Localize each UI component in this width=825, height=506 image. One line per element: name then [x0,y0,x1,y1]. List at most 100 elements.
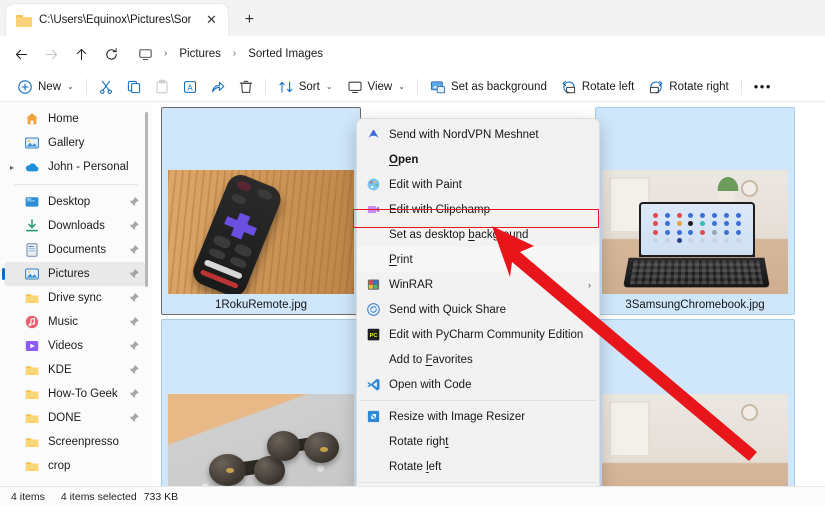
menu-item-edit-with-paint[interactable]: Edit with Paint [357,172,599,197]
menu-item-edit-with-pycharm[interactable]: PC Edit with PyCharm Community Edition [357,322,599,347]
sidebar-item-kde[interactable]: KDE [4,358,146,382]
menu-item-label: Add to Favorites [389,353,473,366]
sidebar-item-screenpresso[interactable]: Screenpresso [4,430,146,454]
menu-item-label: Edit with Clipchamp [389,203,490,216]
menu-item-label: Edit with Paint [389,178,462,191]
delete-button[interactable] [232,74,260,100]
sidebar-item-label: How-To Geek [48,388,118,400]
sidebar-item-documents[interactable]: Documents [4,238,146,262]
sidebar-item-label: KDE [48,364,72,376]
pin-icon[interactable] [128,268,140,280]
sidebar-item-label: Desktop [48,196,91,208]
no-icon [365,152,381,168]
pin-icon[interactable] [128,196,140,208]
new-tab-button[interactable]: + [236,7,262,33]
cut-button[interactable] [92,74,120,100]
breadcrumb-item-pictures[interactable]: Pictures [174,46,226,62]
pin-icon[interactable] [128,316,140,328]
menu-item-rotate-left[interactable]: Rotate left [357,454,599,479]
file-name: 1RokuRemote.jpg [214,299,308,311]
folder-icon [24,290,40,306]
file-item[interactable]: 3SamsungChromebook.jpg [595,107,795,315]
refresh-button[interactable] [96,40,126,68]
more-options-button[interactable]: ••• [747,74,779,100]
home-icon [24,111,40,127]
close-icon[interactable]: ✕ [202,11,220,29]
menu-item-print[interactable]: Print [357,247,599,272]
up-button[interactable] [66,40,96,68]
menu-item-label: WinRAR [389,278,434,291]
folder-icon [24,434,40,450]
new-button[interactable]: New ⌄ [10,74,81,100]
pin-icon[interactable] [128,412,140,424]
rename-button[interactable]: A [176,74,204,100]
svg-text:PC: PC [369,333,377,339]
file-item[interactable] [161,319,361,486]
menu-item-winrar[interactable]: WinRAR › [357,272,599,297]
sidebar-item-crop[interactable]: crop [4,454,146,478]
thumbnail [168,394,354,486]
folder-icon [16,14,32,27]
sidebar-item-home[interactable]: Home [4,107,146,131]
tab-current-folder[interactable]: C:\Users\Equinox\Pictures\Sor ✕ [6,4,229,36]
rotate-right-button[interactable]: Rotate right [641,74,735,100]
no-icon [365,434,381,450]
sidebar-item-how-to-geek[interactable]: How-To Geek [4,382,146,406]
menu-item-rotate-right[interactable]: Rotate right [357,429,599,454]
pin-icon[interactable] [128,244,140,256]
sidebar-item-john-personal[interactable]: ▸ John - Personal [4,155,146,179]
sidebar-item-label: Documents [48,244,107,256]
quickshare-icon [365,302,381,318]
menu-item-set-as-desktop-background[interactable]: Set as desktop background [357,222,599,247]
sort-button[interactable]: Sort ⌄ [271,74,340,100]
divider [264,78,266,95]
menu-item-send-with-nordvpn-meshnet[interactable]: Send with NordVPN Meshnet [357,122,599,147]
copy-button[interactable] [120,74,148,100]
pin-icon[interactable] [128,364,140,376]
context-menu[interactable]: Send with NordVPN Meshnet Open Edit with… [356,118,600,506]
menu-item-add-to-favorites[interactable]: Add to Favorites [357,347,599,372]
share-button[interactable] [204,74,232,100]
paste-button[interactable] [148,74,176,100]
menu-item-send-with-quick-share[interactable]: Send with Quick Share [357,297,599,322]
view-button[interactable]: View ⌄ [340,74,412,100]
folder-icon [24,458,40,474]
pin-icon[interactable] [128,340,140,352]
this-pc-icon[interactable] [134,47,157,62]
file-item[interactable] [595,319,795,486]
music-icon [24,314,40,330]
breadcrumb-item-sorted-images[interactable]: Sorted Images [243,46,328,62]
menu-item-open-with-code[interactable]: Open with Code [357,372,599,397]
sidebar-item-label: Screenpresso [48,436,119,448]
navigation-pane[interactable]: Home Gallery ▸ John - Personal Desktop D… [0,103,150,486]
pycharm-icon: PC [365,327,381,343]
pin-icon[interactable] [128,388,140,400]
menu-item-label: Edit with PyCharm Community Edition [389,328,584,341]
sidebar-item-done[interactable]: DONE [4,406,146,430]
chevron-right-icon[interactable]: ▸ [10,155,14,179]
sidebar-item-desktop[interactable]: Desktop [4,190,146,214]
file-item[interactable]: 1RokuRemote.jpg [161,107,361,315]
sort-button-label: Sort [298,80,320,93]
menu-item-edit-with-clipchamp[interactable]: Edit with Clipchamp [357,197,599,222]
chevron-down-icon: ⌄ [398,82,405,91]
back-button[interactable] [6,40,36,68]
sidebar-item-music[interactable]: Music [4,310,146,334]
sidebar-item-label: Videos [48,340,83,352]
sidebar-item-drive-sync[interactable]: Drive sync [4,286,146,310]
sidebar-item-downloads[interactable]: Downloads [4,214,146,238]
sidebar-item-gallery[interactable]: Gallery [4,131,146,155]
menu-item-resize-with-image-resizer[interactable]: Resize with Image Resizer [357,404,599,429]
divider [740,78,742,95]
pin-icon[interactable] [128,292,140,304]
forward-button[interactable] [36,40,66,68]
menu-item-open[interactable]: Open [357,147,599,172]
rotate-left-button[interactable]: Rotate left [554,74,641,100]
pin-icon[interactable] [128,220,140,232]
sidebar-item-videos[interactable]: Videos [4,334,146,358]
breadcrumb[interactable]: › Pictures › Sorted Images [134,41,825,67]
sidebar-item-pictures[interactable]: Pictures [2,262,146,286]
set-as-background-button[interactable]: Set as background [423,74,554,100]
sidebar-scrollbar-thumb[interactable] [145,112,148,287]
file-name: 3SamsungChromebook.jpg [625,299,765,311]
